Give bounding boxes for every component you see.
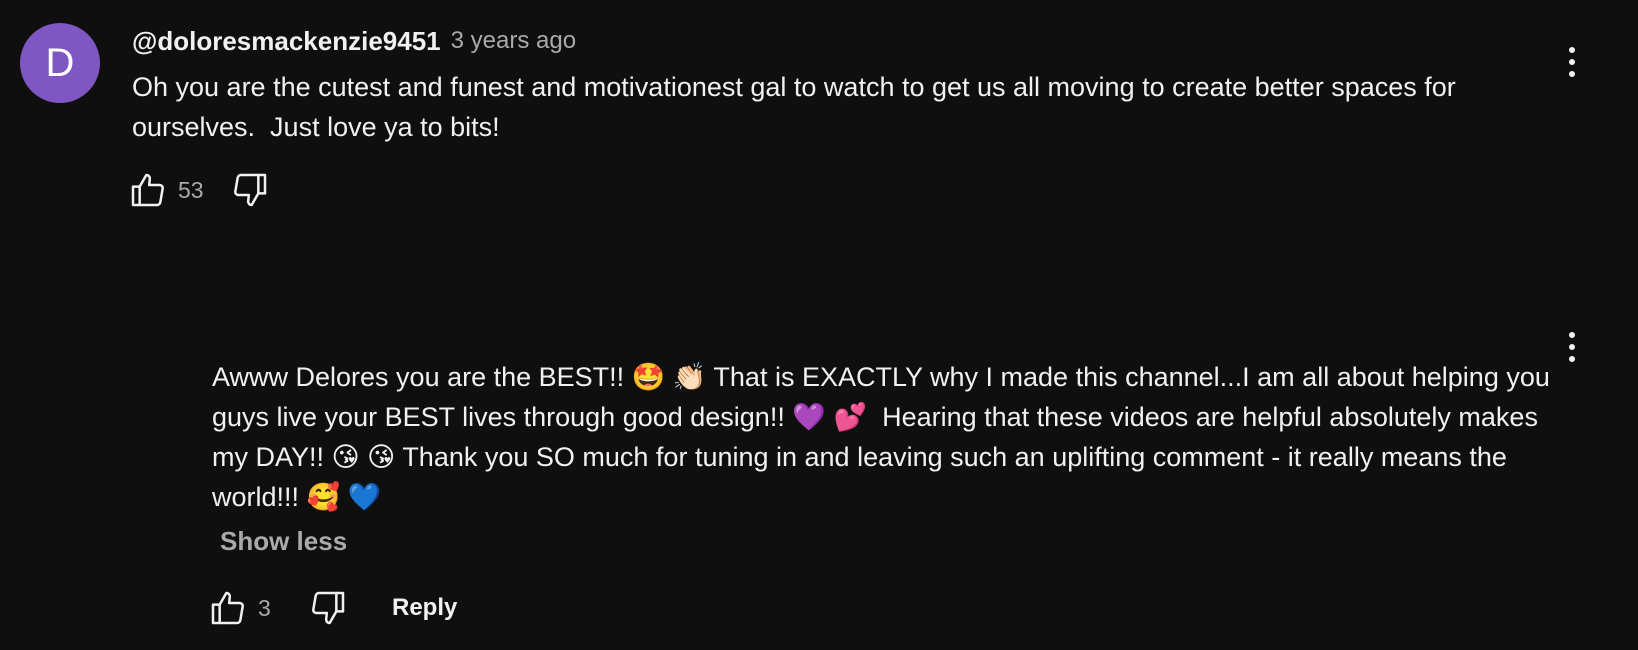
comment-author[interactable]: @doloresmackenzie9451 <box>132 26 441 57</box>
thumbs-down-icon <box>312 591 345 625</box>
reply-like-count: 3 <box>258 594 271 621</box>
comment-text: Oh you are the cutest and funest and mot… <box>132 72 1464 142</box>
comment-header: @doloresmackenzie9451 3 years ago <box>132 24 576 58</box>
thumbs-down-icon <box>233 173 266 207</box>
reply-action-bar: 3 Reply <box>206 586 457 630</box>
show-less-button[interactable]: Show less <box>220 526 347 557</box>
dislike-button[interactable] <box>228 168 272 212</box>
reply-button[interactable]: Reply <box>392 594 457 622</box>
more-vertical-icon <box>1569 332 1575 338</box>
reply-like-button[interactable] <box>206 586 250 630</box>
reply-dislike-button[interactable] <box>306 586 350 630</box>
more-vertical-icon-dot <box>1569 71 1575 77</box>
thumbs-up-icon <box>211 591 244 625</box>
thumbs-up-icon <box>131 173 164 207</box>
avatar[interactable]: D <box>20 23 100 103</box>
comment-timestamp[interactable]: 3 years ago <box>451 27 576 55</box>
more-vertical-icon <box>1569 47 1575 53</box>
comment-action-bar: 53 <box>126 168 272 212</box>
more-vertical-icon-dot <box>1569 59 1575 65</box>
like-button[interactable] <box>126 168 170 212</box>
reply-text: Awww Delores you are the BEST!! 🤩 👏🏻 Tha… <box>212 362 1558 512</box>
like-count: 53 <box>178 176 204 203</box>
more-vertical-icon-dot <box>1569 344 1575 350</box>
